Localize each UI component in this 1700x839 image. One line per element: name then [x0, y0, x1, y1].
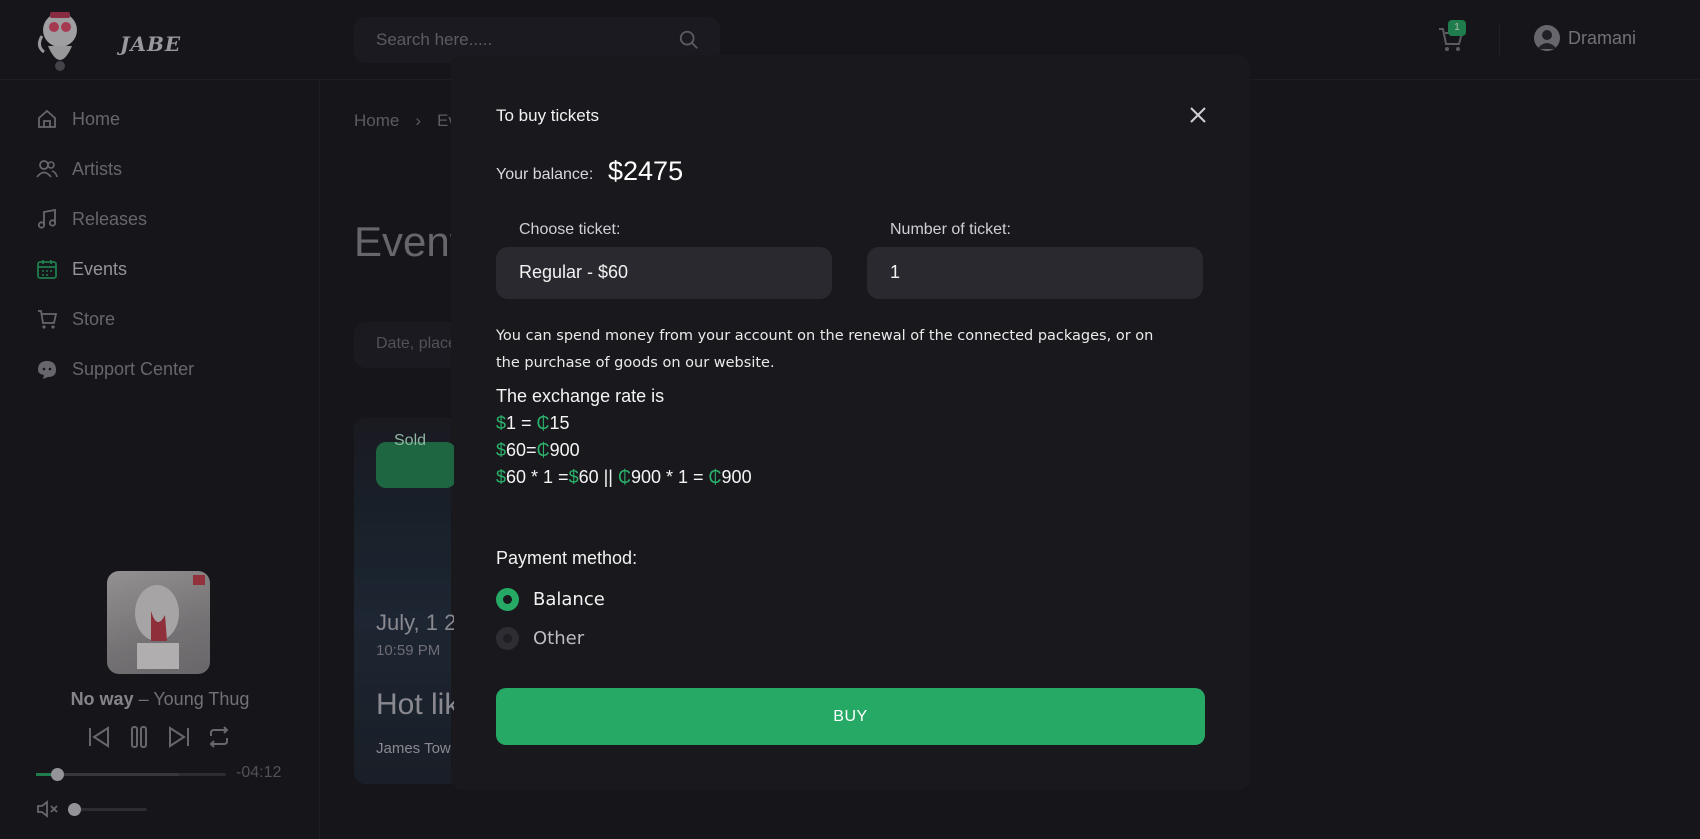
exchange-rate-heading: The exchange rate is [496, 386, 665, 406]
modal-title: To buy tickets [496, 106, 599, 125]
exchange-rate-line: $1 = ₵15 [496, 413, 570, 434]
rate-text: 900 * 1 = [630, 467, 709, 487]
rate-text: 1 = [506, 413, 537, 433]
ticket-type-select[interactable]: Regular - $60 [496, 247, 832, 299]
payment-method-label: Payment method: [496, 548, 638, 568]
event-time: 10:59 PM [376, 642, 441, 659]
radio-unselected[interactable] [496, 627, 519, 650]
rate-text: 900 [721, 467, 752, 487]
balance-label: Your balance: [496, 166, 594, 183]
ticket-count-input[interactable]: 1 [867, 247, 1203, 299]
exchange-rate-line: $60 * 1 =$60 || ₵900 * 1 = ₵900 [496, 467, 752, 488]
payment-option-other[interactable]: Other [496, 627, 584, 650]
currency-symbol: $ [568, 467, 579, 487]
currency-symbol: ₵ [708, 467, 722, 487]
currency-symbol: ₵ [536, 413, 550, 433]
event-date: July, 1 2 [376, 610, 454, 635]
rate-text: 60 || [578, 467, 618, 487]
buy-button[interactable]: BUY [496, 688, 1205, 745]
rate-text: 60 * 1 = [506, 467, 569, 487]
radio-selected[interactable] [496, 588, 519, 611]
sold-out-label: Sold [394, 432, 427, 449]
payment-option-balance[interactable]: Balance [496, 588, 605, 611]
event-artist: James Tow [376, 740, 451, 757]
rate-text: 15 [549, 413, 570, 433]
event-title[interactable]: Hot lik [376, 688, 454, 722]
currency-symbol: $ [496, 467, 507, 487]
exchange-rate-line: $60=₵900 [496, 440, 580, 461]
balance-value: $2475 [608, 156, 684, 186]
buy-button-label: BUY [833, 708, 868, 725]
currency-symbol: $ [496, 440, 507, 460]
currency-symbol: ₵ [536, 440, 550, 460]
balance-info-text: You can spend money from your account on… [496, 328, 1154, 371]
ticket-count-label: Number of ticket: [890, 221, 1011, 238]
ticket-type-value: Regular - $60 [519, 262, 629, 282]
payment-option-label: Other [533, 628, 585, 649]
currency-symbol: ₵ [617, 467, 631, 487]
ticket-count-value: 1 [890, 262, 901, 282]
ticket-type-label: Choose ticket: [519, 221, 621, 238]
rate-text: 60= [506, 440, 537, 460]
close-icon[interactable] [1186, 103, 1210, 127]
payment-option-label: Balance [533, 589, 605, 610]
buy-tickets-modal: To buy tickets Your balance: $2475 Choos… [451, 55, 1250, 790]
currency-symbol: $ [496, 413, 507, 433]
rate-text: 900 [549, 440, 580, 460]
